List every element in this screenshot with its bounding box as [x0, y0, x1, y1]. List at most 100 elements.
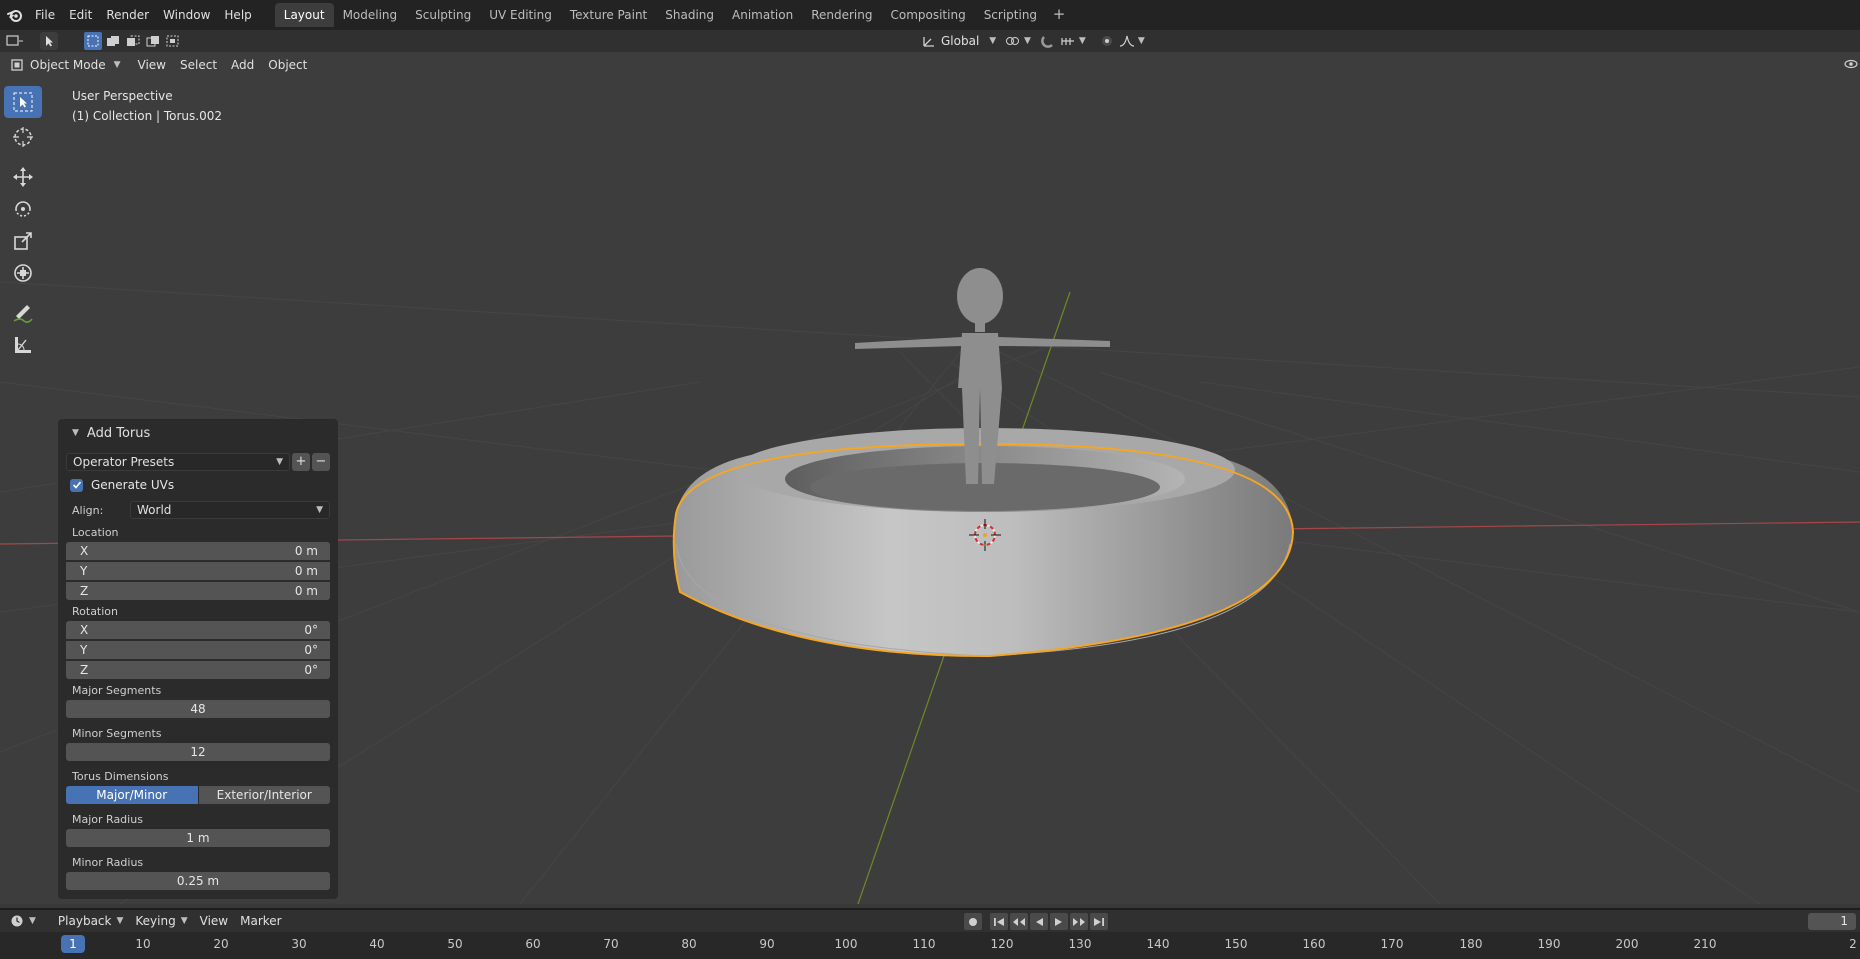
select-extend-icon[interactable]: [104, 32, 122, 50]
tick-label: 30: [291, 937, 307, 951]
move-tool[interactable]: [4, 161, 42, 193]
tab-shading[interactable]: Shading: [656, 3, 723, 27]
select-tool-icon[interactable]: [40, 32, 58, 50]
tick-label: 160: [1302, 937, 1326, 951]
prev-keyframe-button[interactable]: [1010, 913, 1028, 930]
menu-select[interactable]: Select: [173, 55, 224, 75]
location-y-field[interactable]: Y 0 m: [66, 562, 330, 580]
tab-animation[interactable]: Animation: [723, 3, 802, 27]
annotate-tool[interactable]: [4, 297, 42, 329]
menu-view[interactable]: View: [131, 55, 173, 75]
operator-panel-header[interactable]: ▼ Add Torus: [66, 421, 330, 445]
tab-uv-editing[interactable]: UV Editing: [480, 3, 561, 27]
tab-compositing[interactable]: Compositing: [881, 3, 974, 27]
scale-icon: [14, 232, 32, 250]
tab-layout[interactable]: Layout: [274, 3, 334, 27]
current-frame-indicator[interactable]: 1: [61, 935, 85, 953]
cursor-tool[interactable]: [4, 121, 42, 153]
tick-label: 50: [447, 937, 463, 951]
rotate-tool[interactable]: [4, 193, 42, 225]
pivot-point-icon[interactable]: [1004, 32, 1022, 50]
rotation-y-field[interactable]: Y 0°: [66, 641, 330, 659]
play-button[interactable]: [1050, 913, 1068, 930]
add-workspace-button[interactable]: +: [1050, 6, 1068, 24]
tab-sculpting[interactable]: Sculpting: [406, 3, 480, 27]
annotate-pencil-icon: [13, 305, 33, 323]
tick-label: 200: [1615, 937, 1639, 951]
chevron-down-icon: ▼: [29, 916, 36, 926]
blender-logo-icon[interactable]: [2, 0, 28, 30]
object-mode-select[interactable]: Object Mode ▼: [6, 55, 125, 75]
operator-presets-dropdown[interactable]: Operator Presets ▼: [66, 453, 290, 471]
clock-icon: [11, 915, 23, 927]
location-z-field[interactable]: Z 0 m: [66, 582, 330, 600]
remove-preset-button[interactable]: −: [312, 453, 330, 471]
timeline-ruler[interactable]: 1 10 20 30 40 50 60 70 80 90 100 110 120…: [0, 932, 1860, 959]
tick-label: 100: [834, 937, 858, 951]
select-subtract-icon[interactable]: [124, 32, 142, 50]
tab-modeling[interactable]: Modeling: [334, 3, 407, 27]
dim-mode-exterior-interior-button[interactable]: Exterior/Interior: [198, 786, 330, 804]
timeline-view-menu[interactable]: View: [194, 911, 234, 931]
tab-scripting[interactable]: Scripting: [975, 3, 1046, 27]
axis-label: X: [80, 544, 89, 558]
generate-uvs-row[interactable]: Generate UVs: [66, 474, 330, 496]
proportional-editing-icon[interactable]: [1098, 32, 1116, 50]
major-segments-field[interactable]: 48: [66, 700, 330, 718]
play-reverse-button[interactable]: [1030, 913, 1048, 930]
align-dropdown[interactable]: World ▼: [130, 501, 330, 519]
play-reverse-icon: [1036, 917, 1043, 926]
jump-start-button[interactable]: [990, 913, 1008, 930]
snap-increment-icon[interactable]: [1059, 32, 1077, 50]
transform-tool[interactable]: [4, 257, 42, 289]
transform-orientation[interactable]: Global ▼: [921, 32, 996, 50]
playback-menu[interactable]: Playback ▼: [52, 911, 129, 931]
tick-label: 90: [759, 937, 775, 951]
menu-object[interactable]: Object: [261, 55, 314, 75]
menu-add[interactable]: Add: [224, 55, 261, 75]
workspace-tabs: Layout Modeling Sculpting UV Editing Tex…: [274, 0, 1068, 30]
next-keyframe-button[interactable]: [1070, 913, 1088, 930]
tick-label: 130: [1068, 937, 1092, 951]
menu-window[interactable]: Window: [156, 4, 217, 26]
minor-segments-field[interactable]: 12: [66, 743, 330, 761]
timeline-editor-type[interactable]: ▼: [4, 911, 42, 931]
current-frame-field[interactable]: 1: [1808, 913, 1856, 930]
add-preset-button[interactable]: +: [292, 453, 310, 471]
major-radius-label: Major Radius: [72, 813, 143, 826]
viewport-header: Object Mode ▼ View Select Add Object: [0, 52, 1860, 78]
menu-edit[interactable]: Edit: [62, 4, 99, 26]
dim-mode-major-minor-button[interactable]: Major/Minor: [66, 786, 198, 804]
record-keyframe-button[interactable]: [964, 913, 982, 930]
field-value: 0 m: [294, 584, 318, 598]
tick-label: 190: [1537, 937, 1561, 951]
menu-file[interactable]: File: [28, 4, 62, 26]
measure-tool[interactable]: [4, 329, 42, 361]
rotation-z-field[interactable]: Z 0°: [66, 661, 330, 679]
visibility-eye-icon[interactable]: [1844, 57, 1858, 74]
major-radius-field[interactable]: 1 m: [66, 829, 330, 847]
menu-render[interactable]: Render: [99, 4, 156, 26]
field-value: 0°: [304, 663, 318, 677]
keying-menu[interactable]: Keying ▼: [129, 911, 193, 931]
scale-tool[interactable]: [4, 225, 42, 257]
jump-end-button[interactable]: [1090, 913, 1108, 930]
minor-radius-field[interactable]: 0.25 m: [66, 872, 330, 890]
rotation-x-field[interactable]: X 0°: [66, 621, 330, 639]
tab-texture-paint[interactable]: Texture Paint: [561, 3, 656, 27]
snap-magnet-icon[interactable]: [1039, 32, 1057, 50]
tab-rendering[interactable]: Rendering: [802, 3, 881, 27]
rotate-icon: [15, 201, 31, 217]
editor-type-icon[interactable]: [6, 32, 24, 50]
snap-group: ▼ ▼ ▼: [1004, 32, 1145, 50]
select-new-icon[interactable]: [84, 32, 102, 50]
select-intersect-icon[interactable]: [164, 32, 182, 50]
generate-uvs-checkbox[interactable]: [70, 478, 83, 492]
falloff-curve-icon[interactable]: [1118, 32, 1136, 50]
marker-menu[interactable]: Marker: [234, 911, 287, 931]
select-invert-icon[interactable]: [144, 32, 162, 50]
location-x-field[interactable]: X 0 m: [66, 542, 330, 560]
select-box-tool[interactable]: [4, 86, 42, 118]
tick-label: 210: [1693, 937, 1717, 951]
menu-help[interactable]: Help: [217, 4, 258, 26]
